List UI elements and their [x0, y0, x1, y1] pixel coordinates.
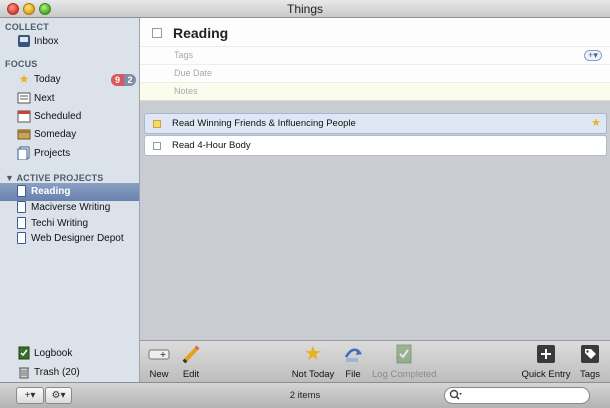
- star-icon: ★: [18, 72, 30, 86]
- file-label: File: [345, 369, 361, 380]
- toolbar: New Edit ★ Not Today File Log Completed …: [140, 340, 610, 382]
- task-checkbox[interactable]: [153, 120, 161, 128]
- sidebar-item-label: Trash (20): [34, 367, 80, 378]
- main-area: Reading Tags +▾ Due Date Notes Read Winn…: [140, 18, 610, 340]
- search-field[interactable]: [444, 387, 590, 404]
- today-count-badge: 2: [124, 74, 136, 86]
- tags-button[interactable]: Tags: [577, 343, 603, 380]
- new-todo-icon: [148, 343, 170, 365]
- project-icon: [17, 185, 26, 197]
- sidebar-item-trash[interactable]: Trash (20): [0, 364, 139, 382]
- logbook-icon: [17, 346, 31, 360]
- task-row[interactable]: Read Winning Friends & Influencing Peopl…: [144, 113, 607, 134]
- due-date-field[interactable]: Due Date: [140, 64, 610, 82]
- log-completed-label: Log Completed: [372, 369, 437, 380]
- someday-box-icon: [17, 127, 31, 141]
- task-row[interactable]: Read 4-Hour Body: [144, 135, 607, 156]
- log-completed-button[interactable]: Log Completed: [372, 343, 436, 380]
- sidebar-item-label: Today: [34, 74, 61, 85]
- collect-header: COLLECT: [5, 22, 49, 32]
- new-label: New: [149, 369, 169, 380]
- project-icon: [17, 201, 26, 213]
- file-button[interactable]: File: [341, 343, 365, 380]
- notes-placeholder: Notes: [174, 86, 198, 96]
- sidebar-item-inbox[interactable]: Inbox: [0, 33, 139, 51]
- trash-icon: [17, 365, 31, 379]
- add-tag-button[interactable]: +▾: [584, 50, 602, 61]
- sidebar-item-label: Next: [34, 93, 55, 104]
- tags-label: Tags: [579, 369, 601, 380]
- sidebar-item-today[interactable]: ★ Today 9 2: [0, 71, 139, 89]
- project-detail: Reading Tags +▾ Due Date Notes: [140, 18, 610, 101]
- next-list-icon: [17, 91, 31, 105]
- window-title: Things: [286, 2, 324, 16]
- active-projects-header[interactable]: ▼ ACTIVE PROJECTS: [5, 173, 104, 183]
- edit-label: Edit: [182, 369, 200, 380]
- not-today-button[interactable]: ★ Not Today: [288, 343, 338, 380]
- notes-field[interactable]: Notes: [140, 82, 610, 101]
- task-label: Read Winning Friends & Influencing Peopl…: [172, 118, 356, 129]
- sidebar-item-label: Reading: [31, 186, 71, 197]
- logbook-icon: [393, 343, 415, 365]
- title-bar[interactable]: Things: [0, 0, 610, 18]
- pencil-icon: [180, 343, 202, 365]
- due-date-placeholder: Due Date: [174, 68, 213, 78]
- star-icon: ★: [304, 343, 322, 365]
- project-complete-checkbox[interactable]: [152, 28, 162, 38]
- search-icon[interactable]: [449, 389, 463, 404]
- bottom-bar: +▾ ⚙▾ 2 items: [0, 382, 610, 408]
- sidebar-item-label: Someday: [34, 129, 77, 140]
- sidebar-item-web-designer-depot[interactable]: Web Designer Depot: [0, 230, 139, 248]
- sidebar-item-someday[interactable]: Someday: [0, 126, 139, 144]
- quick-entry-button[interactable]: Quick Entry: [520, 343, 572, 380]
- project-icon: [17, 217, 26, 229]
- sidebar-item-label: Logbook: [34, 348, 73, 359]
- focus-header: FOCUS: [5, 59, 38, 69]
- sidebar-item-scheduled[interactable]: Scheduled: [0, 108, 139, 126]
- sidebar-item-label: Web Designer Depot: [31, 233, 124, 244]
- tags-placeholder: Tags: [174, 50, 194, 60]
- tag-icon: [579, 343, 601, 365]
- today-due-badge: 9: [111, 74, 124, 86]
- search-input[interactable]: [467, 389, 585, 402]
- sidebar-item-next[interactable]: Next: [0, 90, 139, 108]
- not-today-label: Not Today: [291, 369, 335, 380]
- quick-entry-label: Quick Entry: [521, 369, 571, 380]
- sidebar-item-projects[interactable]: Projects: [0, 145, 139, 163]
- tags-field[interactable]: Tags +▾: [140, 46, 610, 64]
- sidebar: COLLECT Inbox FOCUS ★ Today 9 2 Next Sch…: [0, 18, 140, 382]
- sidebar-item-logbook[interactable]: Logbook: [0, 345, 139, 363]
- sidebar-item-label: Maciverse Writing: [31, 202, 111, 213]
- sidebar-item-label: Inbox: [34, 36, 59, 47]
- new-button[interactable]: New: [146, 343, 172, 380]
- file-arrow-icon: [342, 343, 364, 365]
- task-label: Read 4-Hour Body: [172, 140, 251, 151]
- sidebar-item-label: Techi Writing: [31, 218, 89, 229]
- sidebar-item-label: Scheduled: [34, 111, 82, 122]
- edit-button[interactable]: Edit: [178, 343, 204, 380]
- project-icon: [17, 232, 26, 244]
- task-checkbox[interactable]: [153, 142, 161, 150]
- inbox-icon: [17, 34, 31, 48]
- quick-entry-icon: [535, 343, 557, 365]
- calendar-icon: [17, 109, 31, 123]
- sidebar-item-label: Projects: [34, 148, 71, 159]
- star-icon[interactable]: ★: [591, 116, 601, 129]
- projects-icon: [17, 146, 31, 161]
- active-projects-header-label: ACTIVE PROJECTS: [16, 173, 104, 183]
- project-title[interactable]: Reading: [173, 25, 228, 41]
